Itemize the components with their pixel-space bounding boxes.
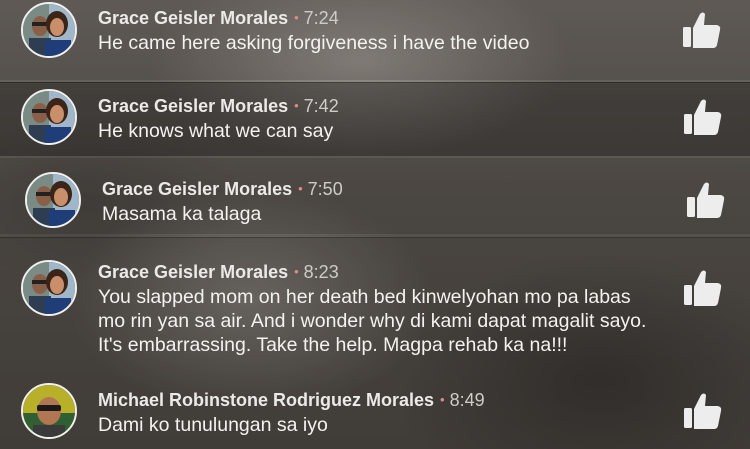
thumbs-up-icon [683, 12, 721, 48]
comment-time: 7:50 [307, 179, 343, 199]
like-button[interactable] [686, 180, 726, 220]
thumbs-up-icon [687, 182, 725, 218]
comment-author[interactable]: Grace Geisler Morales • 7:42 [98, 96, 339, 117]
comment-time: 8:49 [449, 390, 485, 410]
thumbs-up-icon [684, 393, 722, 429]
author-name[interactable]: Michael Robinstone Rodriguez Morales [98, 390, 434, 410]
like-button[interactable] [683, 391, 723, 431]
author-name[interactable]: Grace Geisler Morales [98, 262, 288, 282]
like-button[interactable] [683, 268, 723, 308]
comment-item: Grace Geisler Morales • 7:50 Masama ka tal… [0, 158, 750, 234]
comment-author[interactable]: Grace Geisler Morales • 7:50 [102, 179, 343, 200]
comment-text: He came here asking forgiveness i have t… [98, 32, 530, 54]
comment-author[interactable]: Michael Robinstone Rodriguez Morales • 8:4… [98, 390, 485, 411]
commenter-avatar[interactable] [21, 2, 77, 58]
separator-dot: • [294, 264, 299, 279]
thumbs-up-icon [684, 99, 722, 135]
comment-text: Masama ka talaga [102, 203, 262, 225]
commenter-avatar[interactable] [21, 383, 77, 439]
author-name[interactable]: Grace Geisler Morales [98, 8, 288, 28]
comment-time: 7:24 [303, 8, 339, 28]
author-name[interactable]: Grace Geisler Morales [102, 179, 292, 199]
separator-dot: • [294, 10, 299, 25]
separator-dot: • [294, 98, 299, 113]
commenter-avatar[interactable] [21, 89, 77, 145]
comment-item: Grace Geisler Morales • 7:42 He knows what… [0, 82, 750, 156]
separator-dot: • [440, 392, 445, 407]
commenter-avatar[interactable] [21, 260, 77, 316]
comment-item: Grace Geisler Morales • 7:24 He came here … [0, 0, 750, 80]
comment-text: You slapped mom on her death bed kinwely… [98, 286, 647, 356]
like-button[interactable] [682, 10, 722, 50]
comment-text: Dami ko tunulungan sa iyo [98, 414, 328, 436]
separator-dot: • [298, 181, 303, 196]
comment-item: Grace Geisler Morales • 8:23 You slapped m… [0, 237, 750, 368]
like-button[interactable] [683, 97, 723, 137]
comment-time: 7:42 [303, 96, 339, 116]
comment-time: 8:23 [303, 262, 339, 282]
author-name[interactable]: Grace Geisler Morales [98, 96, 288, 116]
comment-author[interactable]: Grace Geisler Morales • 8:23 [98, 262, 339, 283]
commenter-avatar[interactable] [25, 172, 81, 228]
comment-text: He knows what we can say [98, 120, 334, 142]
thumbs-up-icon [684, 270, 722, 306]
comment-author[interactable]: Grace Geisler Morales • 7:24 [98, 8, 339, 29]
comment-item: Michael Robinstone Rodriguez Morales • 8:4… [0, 368, 750, 449]
